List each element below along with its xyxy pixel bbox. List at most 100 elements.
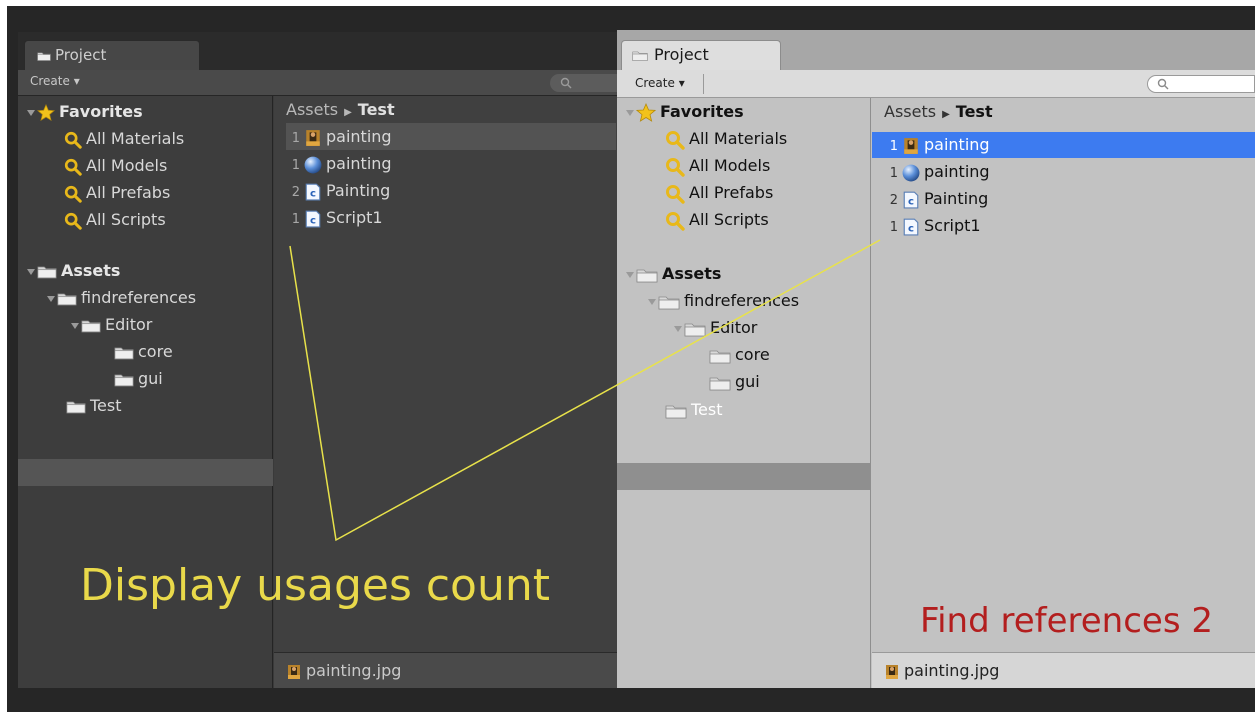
usage-count: 1 [889, 166, 898, 181]
assets-header[interactable]: Assets [625, 260, 721, 287]
script-icon [902, 218, 920, 236]
favorite-item[interactable]: All Scripts [64, 206, 166, 233]
folder-label: Test [691, 400, 723, 419]
folder-icon [665, 403, 687, 419]
dark-footer-bar: painting.jpg [274, 652, 618, 688]
dark-tab-strip: Project [18, 32, 618, 70]
file-row[interactable]: 1 painting [884, 158, 990, 185]
favorite-label: All Models [86, 156, 168, 175]
file-name: Painting [924, 189, 989, 208]
dropdown-arrow-icon: ▾ [678, 76, 685, 90]
folder-label: Editor [710, 318, 758, 337]
light-toolbar: Create ▾ [617, 70, 1255, 98]
folder-icon [81, 318, 101, 333]
favorite-label: All Prefabs [86, 183, 171, 202]
favorite-item[interactable]: All Prefabs [665, 179, 773, 206]
favorite-item[interactable]: All Scripts [665, 206, 769, 233]
favorites-header[interactable]: Favorites [26, 98, 143, 125]
usage-count: 1 [291, 212, 300, 227]
folder-item[interactable]: gui [709, 368, 760, 395]
material-sphere-icon [902, 164, 920, 182]
selected-file-path: painting.jpg [884, 661, 999, 680]
search-filter-icon [665, 211, 685, 231]
create-dropdown[interactable]: Create ▾ [635, 76, 685, 90]
folder-icon [709, 375, 731, 391]
file-row[interactable]: 1 painting [286, 123, 616, 150]
toolbar-divider [703, 74, 704, 94]
expand-triangle-icon[interactable] [647, 297, 657, 307]
file-row[interactable]: 1 painting [286, 150, 392, 177]
file-name: Script1 [326, 208, 383, 227]
tab-title: Project [55, 46, 107, 64]
expand-triangle-icon[interactable] [625, 108, 635, 118]
favorite-item[interactable]: All Models [64, 152, 167, 179]
breadcrumb-arrow-icon: ▶ [344, 107, 352, 118]
favorite-item[interactable]: All Materials [64, 125, 184, 152]
expand-triangle-icon[interactable] [26, 267, 36, 277]
favorite-label: All Models [689, 156, 771, 175]
file-name: painting [924, 135, 990, 154]
star-icon [636, 103, 656, 123]
expand-triangle-icon[interactable] [70, 321, 80, 331]
folder-item[interactable]: findreferences [647, 287, 799, 314]
material-sphere-icon [304, 156, 322, 174]
breadcrumb-current: Test [357, 100, 395, 119]
folder-label: gui [735, 372, 760, 391]
favorite-item[interactable]: All Models [665, 152, 770, 179]
folder-item[interactable]: Editor [70, 311, 152, 338]
folder-item[interactable]: Editor [673, 314, 757, 341]
footer-label: painting.jpg [904, 661, 1000, 680]
dark-project-tab[interactable]: Project [24, 40, 200, 70]
favorite-item[interactable]: All Prefabs [64, 179, 170, 206]
file-row[interactable]: 1 Script1 [286, 204, 383, 231]
expand-triangle-icon[interactable] [673, 324, 683, 334]
assets-label: Assets [61, 261, 121, 280]
file-row[interactable]: 2 Painting [286, 177, 391, 204]
folder-item[interactable]: core [709, 341, 770, 368]
assets-label: Assets [662, 264, 722, 283]
search-field[interactable] [550, 74, 618, 92]
folder-label: findreferences [684, 291, 800, 310]
file-name: painting [924, 162, 990, 181]
file-row[interactable]: 1 Script1 [884, 212, 981, 239]
file-name: Painting [326, 181, 391, 200]
breadcrumb-current: Test [955, 102, 993, 121]
folder-icon [658, 294, 680, 310]
usage-count: 1 [291, 158, 300, 173]
favorites-header[interactable]: Favorites [625, 98, 744, 125]
caption-find-references: Find references 2 [920, 601, 1213, 641]
texture-icon [902, 137, 920, 155]
expand-triangle-icon[interactable] [46, 294, 56, 304]
texture-icon [286, 664, 302, 680]
search-icon [1157, 78, 1169, 90]
search-filter-icon [64, 131, 82, 149]
texture-icon [884, 664, 900, 680]
folder-item-selected[interactable]: Test [66, 392, 122, 419]
search-field[interactable] [1147, 75, 1255, 93]
file-row-selected[interactable]: 1 painting [884, 131, 990, 158]
script-icon [304, 183, 322, 201]
star-icon [37, 104, 55, 122]
assets-header[interactable]: Assets [26, 257, 120, 284]
create-dropdown[interactable]: Create ▾ [30, 74, 80, 88]
light-project-tab[interactable]: Project [621, 40, 781, 70]
folder-label: gui [138, 369, 163, 388]
breadcrumb-root[interactable]: Assets [884, 102, 936, 121]
favorite-label: All Materials [86, 129, 185, 148]
folder-icon [57, 291, 77, 306]
script-icon [304, 210, 322, 228]
folder-label: core [735, 345, 770, 364]
folder-item[interactable]: core [114, 338, 173, 365]
folder-icon [636, 267, 658, 283]
breadcrumb-root[interactable]: Assets [286, 100, 338, 119]
expand-triangle-icon[interactable] [26, 108, 36, 118]
folder-item[interactable]: findreferences [46, 284, 196, 311]
folder-icon [709, 348, 731, 364]
folder-item[interactable]: gui [114, 365, 163, 392]
file-row[interactable]: 2 Painting [884, 185, 989, 212]
light-footer-bar: painting.jpg [872, 652, 1255, 688]
folder-item-selected[interactable]: Test [665, 396, 723, 423]
expand-triangle-icon[interactable] [625, 270, 635, 280]
favorites-label: Favorites [660, 102, 744, 121]
favorite-item[interactable]: All Materials [665, 125, 787, 152]
